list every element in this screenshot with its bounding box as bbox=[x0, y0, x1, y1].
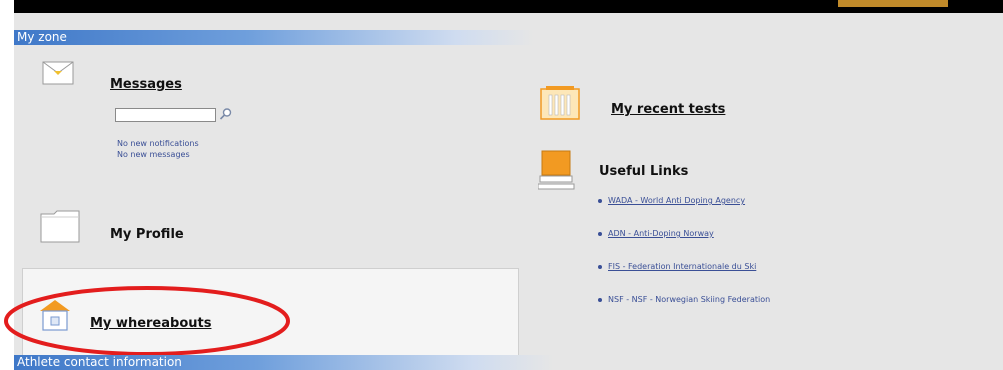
notifications-status[interactable]: No new notifications bbox=[117, 138, 199, 149]
messages-search-input[interactable] bbox=[115, 108, 216, 122]
folder-icon bbox=[40, 210, 80, 243]
envelope-icon bbox=[42, 61, 74, 85]
link-nsf[interactable]: NSF - NSF - Norwegian Skiing Federation bbox=[608, 295, 770, 304]
messages-status[interactable]: No new messages bbox=[117, 149, 190, 160]
my-zone-panel: My zone Messages No new notifications No… bbox=[4, 13, 1003, 370]
bullet bbox=[598, 231, 602, 236]
bottom-header: Athlete contact information bbox=[14, 355, 554, 370]
list-item: WADA - World Anti Doping Agency bbox=[598, 195, 770, 228]
messages-link[interactable]: Messages bbox=[110, 77, 182, 92]
link-fis[interactable]: FIS - Federation Internationale du Ski bbox=[608, 262, 756, 271]
link-adn[interactable]: ADN - Anti-Doping Norway bbox=[608, 229, 714, 238]
athlete-contact-information-link[interactable]: Athlete contact information bbox=[17, 355, 182, 370]
my-recent-tests-link[interactable]: My recent tests bbox=[611, 102, 725, 117]
bullet bbox=[598, 264, 602, 269]
test-tubes-icon bbox=[540, 86, 580, 120]
useful-links-title: Useful Links bbox=[599, 164, 689, 179]
page: My zone Messages No new notifications No… bbox=[0, 0, 1003, 370]
useful-links-list: WADA - World Anti Doping Agency ADN - An… bbox=[598, 195, 770, 327]
list-item: NSF - NSF - Norwegian Skiing Federation bbox=[598, 294, 770, 327]
highlight-ellipse bbox=[4, 286, 290, 356]
bullet bbox=[598, 297, 602, 302]
link-wada[interactable]: WADA - World Anti Doping Agency bbox=[608, 196, 745, 205]
zone-title: My zone bbox=[17, 30, 67, 44]
computer-icon bbox=[538, 150, 575, 190]
list-item: ADN - Anti-Doping Norway bbox=[598, 228, 770, 261]
bullet bbox=[598, 198, 602, 203]
my-profile-link[interactable]: My Profile bbox=[110, 227, 184, 242]
search-icon[interactable] bbox=[219, 107, 233, 121]
zone-header: My zone bbox=[14, 30, 534, 45]
list-item: FIS - Federation Internationale du Ski bbox=[598, 261, 770, 294]
top-accent bbox=[838, 0, 948, 7]
